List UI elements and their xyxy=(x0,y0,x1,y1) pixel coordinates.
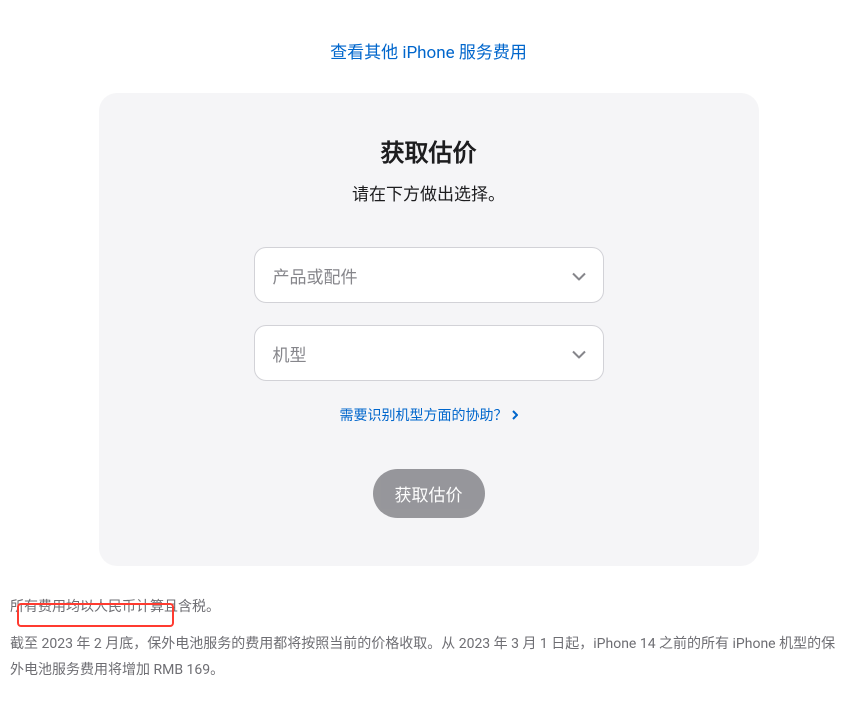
footer-line-2: 截至 2023 年 2 月底，保外电池服务的费用都将按照当前的价格收取。从 20… xyxy=(10,631,847,684)
model-select-wrap: 机型 xyxy=(254,325,604,381)
model-select-placeholder: 机型 xyxy=(273,341,307,366)
footer-line-1: 所有费用均以人民币计算且含税。 xyxy=(10,594,847,621)
product-select[interactable]: 产品或配件 xyxy=(254,247,604,303)
card-subtitle: 请在下方做出选择。 xyxy=(179,180,679,205)
card-title: 获取估价 xyxy=(179,133,679,168)
get-estimate-button[interactable]: 获取估价 xyxy=(373,469,485,518)
chevron-right-icon xyxy=(512,410,518,420)
estimate-card: 获取估价 请在下方做出选择。 产品或配件 机型 需要识别机型方面的协助？ 获取估… xyxy=(99,93,759,566)
product-select-placeholder: 产品或配件 xyxy=(273,263,358,288)
model-help-label: 需要识别机型方面的协助？ xyxy=(340,405,508,425)
model-select[interactable]: 机型 xyxy=(254,325,604,381)
top-link-container: 查看其他 iPhone 服务费用 xyxy=(0,0,857,93)
model-help-link[interactable]: 需要识别机型方面的协助？ xyxy=(340,405,518,425)
other-service-fees-link[interactable]: 查看其他 iPhone 服务费用 xyxy=(330,43,527,63)
product-select-wrap: 产品或配件 xyxy=(254,247,604,303)
footer-text: 所有费用均以人民币计算且含税。 截至 2023 年 2 月底，保外电池服务的费用… xyxy=(0,566,857,704)
